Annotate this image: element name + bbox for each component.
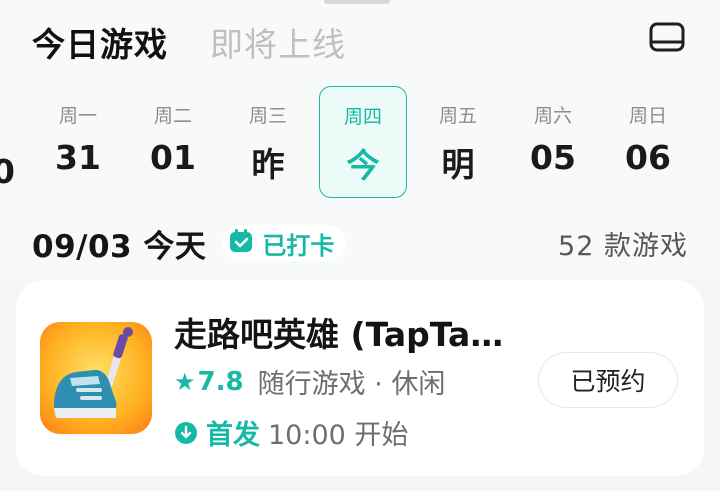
day-name: 周四 — [343, 106, 382, 128]
sheet-handle[interactable] — [324, 0, 390, 4]
game-tags: 随行游戏 · 休闲 — [257, 369, 446, 400]
current-date: 09/03 今天 — [32, 228, 207, 265]
day-date: 01 — [150, 138, 196, 177]
star-icon: ★ — [174, 367, 196, 396]
release-label: 首发 — [206, 420, 260, 451]
tab-upcoming[interactable]: 即将上线 — [210, 18, 346, 66]
date-summary: 09/03 今天 已打卡 — [32, 222, 347, 265]
release-info: 首发 10:00 开始 — [174, 413, 408, 452]
game-card[interactable]: 走路吧英雄 (TapTa… ★ 7.8 随行游戏 · 休闲 首发 10:00 开… — [16, 280, 704, 476]
week-selector: 周一 31 周二 01 周三 昨 周四 今 周五 明 周六 05 周日 06 — [0, 86, 720, 198]
release-time: 10:00 开始 — [268, 420, 409, 451]
game-meta: ★ 7.8 随行游戏 · 休闲 — [174, 362, 445, 401]
day-item-mon[interactable]: 周一 31 — [34, 86, 122, 198]
day-date: 昨 — [251, 145, 285, 184]
day-item-sat[interactable]: 周六 05 — [509, 86, 597, 198]
checkin-label: 已打卡 — [262, 231, 335, 260]
day-item-wed[interactable]: 周三 昨 — [224, 86, 312, 198]
calendar-check-icon — [228, 228, 254, 258]
day-date: 明 — [441, 145, 475, 184]
tab-today-games[interactable]: 今日游戏 — [32, 18, 168, 66]
day-name: 周六 — [533, 105, 572, 127]
day-date: 06 — [625, 138, 671, 177]
day-name: 周三 — [248, 105, 287, 127]
game-count: 52 款游戏 — [558, 231, 688, 262]
reserved-button[interactable]: 已预约 — [538, 352, 678, 408]
layout-toggle-icon[interactable] — [648, 21, 686, 55]
game-title[interactable]: 走路吧英雄 (TapTa… — [174, 308, 534, 356]
day-name: 周一 — [58, 105, 97, 127]
download-icon — [174, 421, 198, 445]
day-item-fri[interactable]: 周五 明 — [414, 86, 502, 198]
day-date: 今 — [346, 146, 380, 185]
day-name: 周日 — [628, 105, 667, 127]
game-rating: 7.8 — [197, 366, 244, 397]
tab-bar: 今日游戏 即将上线 — [32, 20, 346, 64]
checkin-badge[interactable]: 已打卡 — [222, 225, 347, 261]
day-date: 05 — [530, 138, 576, 177]
day-name: 周二 — [153, 105, 192, 127]
day-item-thu-selected[interactable]: 周四 今 — [319, 86, 407, 198]
game-app-icon[interactable] — [40, 322, 152, 434]
day-item-sun[interactable]: 周日 06 — [604, 86, 692, 198]
day-name: 周五 — [438, 105, 477, 127]
day-date: 31 — [55, 138, 101, 177]
day-item-tue[interactable]: 周二 01 — [129, 86, 217, 198]
